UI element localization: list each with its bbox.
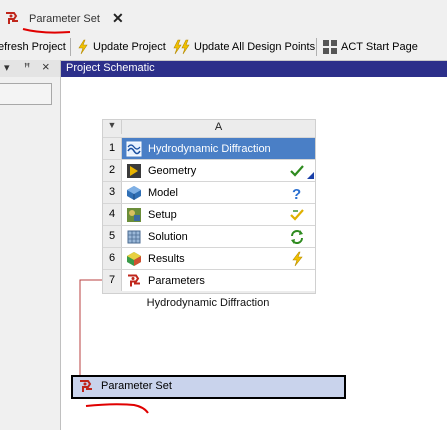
toolbar-separator	[70, 38, 71, 56]
grid-icon	[323, 40, 337, 54]
attention-check-icon	[290, 209, 304, 221]
parameter-set-bar[interactable]: Parameter Set	[71, 375, 346, 399]
system-row-results[interactable]: 6 Results	[103, 247, 315, 269]
refresh-project-label: efresh Project	[0, 41, 66, 53]
row-number: 4	[103, 204, 122, 225]
toolbox-header: ▾ ꟸ ×	[0, 59, 60, 77]
row-label: Setup	[148, 208, 177, 221]
results-icon	[127, 251, 141, 266]
system-menu-arrow-icon[interactable]: ▼	[103, 120, 122, 134]
system-row-hydrodynamic-diffraction[interactable]: 1 Hydrodynamic Diffraction	[103, 137, 315, 159]
refresh-project-button[interactable]: efresh Project	[0, 37, 66, 57]
row-number: 7	[103, 270, 122, 291]
up-to-date-check-icon	[290, 165, 304, 177]
tab-strip: Parameter Set ✕	[0, 0, 447, 34]
update-project-button[interactable]: Update Project	[76, 37, 166, 57]
toolbar: efresh Project Update Project Update All…	[0, 34, 447, 61]
model-icon	[127, 185, 141, 200]
system-row-setup[interactable]: 4 Setup	[103, 203, 315, 225]
svg-text:?: ?	[292, 186, 301, 201]
system-row-model[interactable]: 3 Model ?	[103, 181, 315, 203]
row-label: Parameters	[148, 274, 205, 287]
pin-icon[interactable]: ꟸ	[24, 61, 30, 74]
row-label: Model	[148, 186, 178, 199]
update-all-design-points-label: Update All Design Points	[194, 41, 316, 53]
parameter-set-icon	[6, 12, 18, 24]
system-header: ▼ A	[103, 120, 315, 134]
question-mark-icon: ?	[292, 186, 301, 201]
row-label: Hydrodynamic Diffraction	[148, 142, 271, 155]
project-schematic-header: Project Schematic	[61, 61, 447, 77]
tab-close-icon[interactable]: ✕	[112, 10, 124, 27]
update-required-lightning-icon	[292, 251, 303, 267]
update-project-label: Update Project	[93, 41, 166, 53]
row-number: 5	[103, 226, 122, 247]
update-all-design-points-button[interactable]: Update All Design Points	[172, 37, 315, 57]
toolbar-separator	[316, 38, 317, 56]
panel-close-icon[interactable]: ×	[42, 59, 50, 74]
setup-icon	[127, 207, 141, 222]
geometry-icon	[127, 163, 141, 178]
row-number: 6	[103, 248, 122, 269]
system-row-solution[interactable]: 5 Solution	[103, 225, 315, 247]
act-start-page-button[interactable]: ACT Start Page	[322, 37, 418, 57]
toolbox-panel: ▾ ꟸ ×	[0, 59, 61, 430]
row-label: Geometry	[148, 164, 197, 177]
parameters-icon	[128, 274, 140, 286]
corner-triangle-icon	[307, 172, 314, 179]
system-block-hydrodynamic-diffraction[interactable]: ▼ A 1 Hydrodynamic Diffraction 2 Geometr…	[102, 119, 316, 294]
row-label: Solution	[148, 230, 188, 243]
act-start-page-label: ACT Start Page	[341, 41, 418, 53]
double-lightning-icon	[173, 39, 190, 55]
row-number: 3	[103, 182, 122, 203]
system-row-geometry[interactable]: 2 Geometry	[103, 159, 315, 181]
project-schematic-title: Project Schematic	[66, 62, 155, 74]
column-label: A	[214, 121, 223, 133]
hydrodynamic-diffraction-icon	[126, 141, 142, 156]
annotation-underline-parameter-set	[85, 403, 149, 414]
lightning-icon	[78, 39, 88, 55]
panel-dropdown-icon[interactable]: ▾	[4, 61, 10, 74]
refresh-required-icon	[291, 230, 303, 244]
solution-icon	[127, 230, 141, 243]
tab-label: Parameter Set	[29, 13, 100, 25]
row-number: 2	[103, 160, 122, 181]
system-caption[interactable]: Hydrodynamic Diffraction	[102, 297, 314, 309]
row-label: Results	[148, 252, 185, 265]
system-row-parameters[interactable]: 7 Parameters	[103, 269, 315, 291]
toolbox-filter-box[interactable]	[0, 83, 52, 105]
parameter-set-icon	[80, 380, 92, 392]
parameter-set-label: Parameter Set	[101, 380, 172, 392]
row-number: 1	[103, 138, 122, 159]
